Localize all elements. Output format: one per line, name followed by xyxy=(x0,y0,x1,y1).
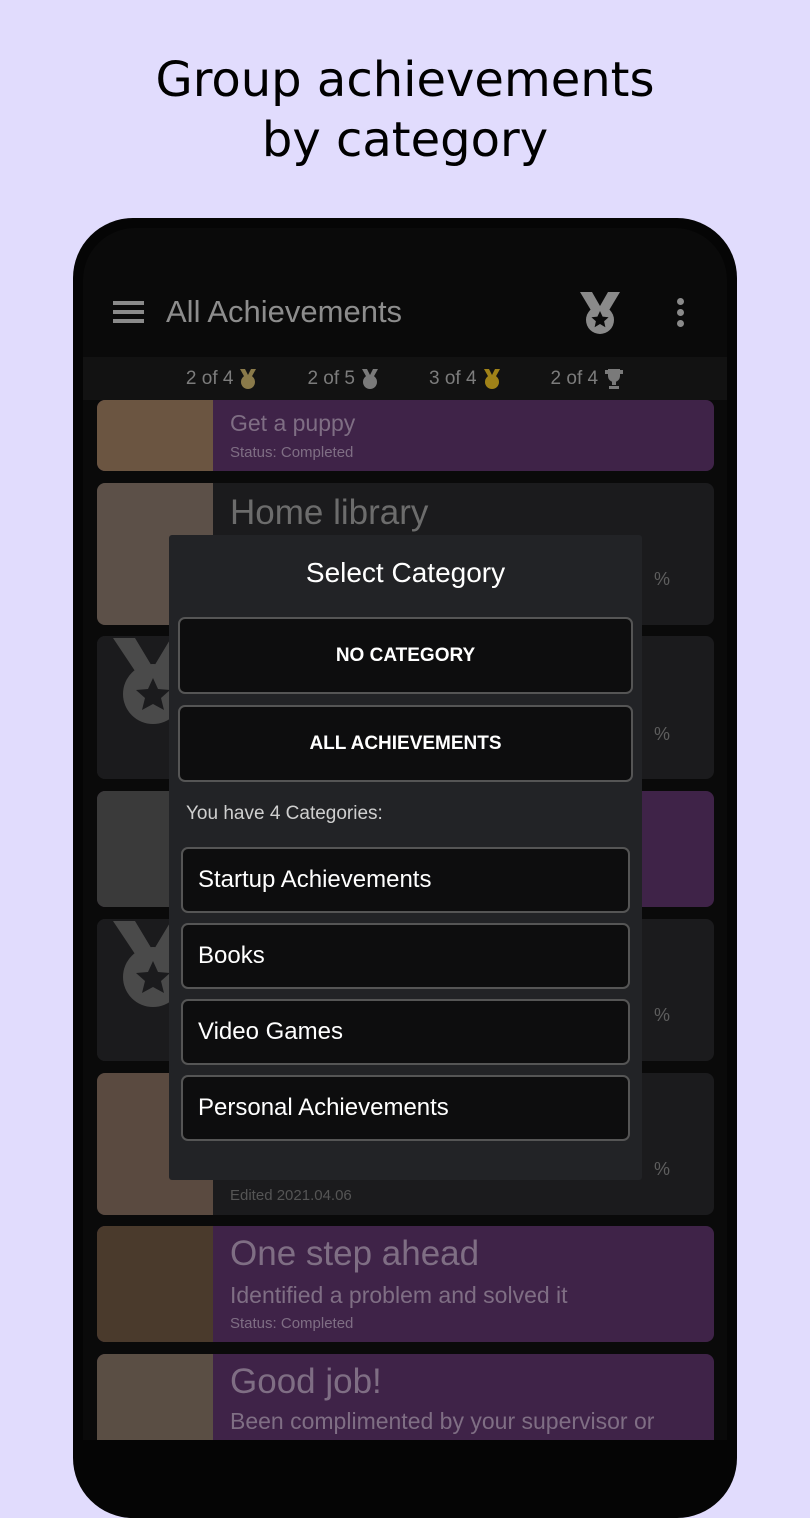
card-percent: % xyxy=(654,1159,671,1179)
dialog-title: Select Category xyxy=(305,557,506,588)
trophy-icon xyxy=(605,368,624,389)
category-count-label: You have 4 Categories: xyxy=(186,803,383,824)
card-edited-date: Edited 2021.04.06 xyxy=(230,1187,352,1204)
stat-trophy[interactable]: 2 of 4 xyxy=(551,368,625,390)
no-category-button[interactable]: NO CATEGORY xyxy=(178,617,633,694)
stat-text: 2 of 5 xyxy=(307,367,355,389)
achievement-image xyxy=(97,400,213,471)
stat-bronze[interactable]: 2 of 4 xyxy=(186,368,258,390)
silver-medal-icon xyxy=(362,368,378,389)
achievement-card[interactable]: Get a puppy Status: Completed xyxy=(97,400,714,471)
more-vert-icon[interactable] xyxy=(677,298,684,331)
stat-silver[interactable]: 2 of 5 xyxy=(307,368,379,390)
hamburger-icon[interactable] xyxy=(113,301,144,323)
app-bar: All Achievements xyxy=(83,270,727,357)
category-item[interactable]: Personal Achievements xyxy=(181,1075,630,1141)
all-achievements-button[interactable]: ALL ACHIEVEMENTS xyxy=(178,705,633,782)
card-percent: % xyxy=(654,569,671,589)
stat-text: 2 of 4 xyxy=(185,367,234,389)
card-percent: % xyxy=(654,1005,671,1025)
card-title: Home library xyxy=(230,493,429,532)
select-category-dialog: Select Category NO CATEGORY ALL ACHIEVEM… xyxy=(169,535,642,1180)
achievement-card[interactable]: Good job! Been complimented by your supe… xyxy=(97,1354,714,1440)
stat-text: 2 of 4 xyxy=(550,367,599,389)
stats-bar: 2 of 4 2 of 5 3 of 4 2 of 4 xyxy=(83,357,727,400)
app-screen: All Achievements 2 of 4 2 of 5 3 of 4 2 … xyxy=(83,228,727,1440)
card-title: Get a puppy xyxy=(230,410,356,436)
headline-line1: Group achievements xyxy=(155,52,655,108)
bronze-medal-icon xyxy=(240,368,257,389)
card-description: Been complimented by your supervisor or xyxy=(230,1408,655,1434)
headline-line2: by category xyxy=(261,112,549,168)
medal-icon[interactable] xyxy=(578,290,622,336)
card-status: Status: Completed xyxy=(230,444,354,461)
card-description: Identified a problem and solved it xyxy=(230,1282,568,1308)
card-status: Status: Completed xyxy=(230,1315,354,1332)
achievement-card[interactable]: One step ahead Identified a problem and … xyxy=(97,1226,714,1342)
achievement-image xyxy=(97,1354,213,1440)
stat-text: 3 of 4 xyxy=(429,367,477,389)
page-title: All Achievements xyxy=(166,294,403,329)
category-item[interactable]: Video Games xyxy=(181,999,630,1065)
card-title: Good job! xyxy=(230,1362,382,1401)
achievement-image xyxy=(97,1226,213,1342)
stat-gold[interactable]: 3 of 4 xyxy=(429,368,501,390)
card-percent: % xyxy=(654,724,671,744)
gold-medal-icon xyxy=(483,368,500,389)
category-item[interactable]: Startup Achievements xyxy=(181,847,630,913)
headline: Group achievements by category xyxy=(0,50,810,170)
category-item[interactable]: Books xyxy=(181,923,630,989)
card-title: One step ahead xyxy=(230,1234,480,1273)
